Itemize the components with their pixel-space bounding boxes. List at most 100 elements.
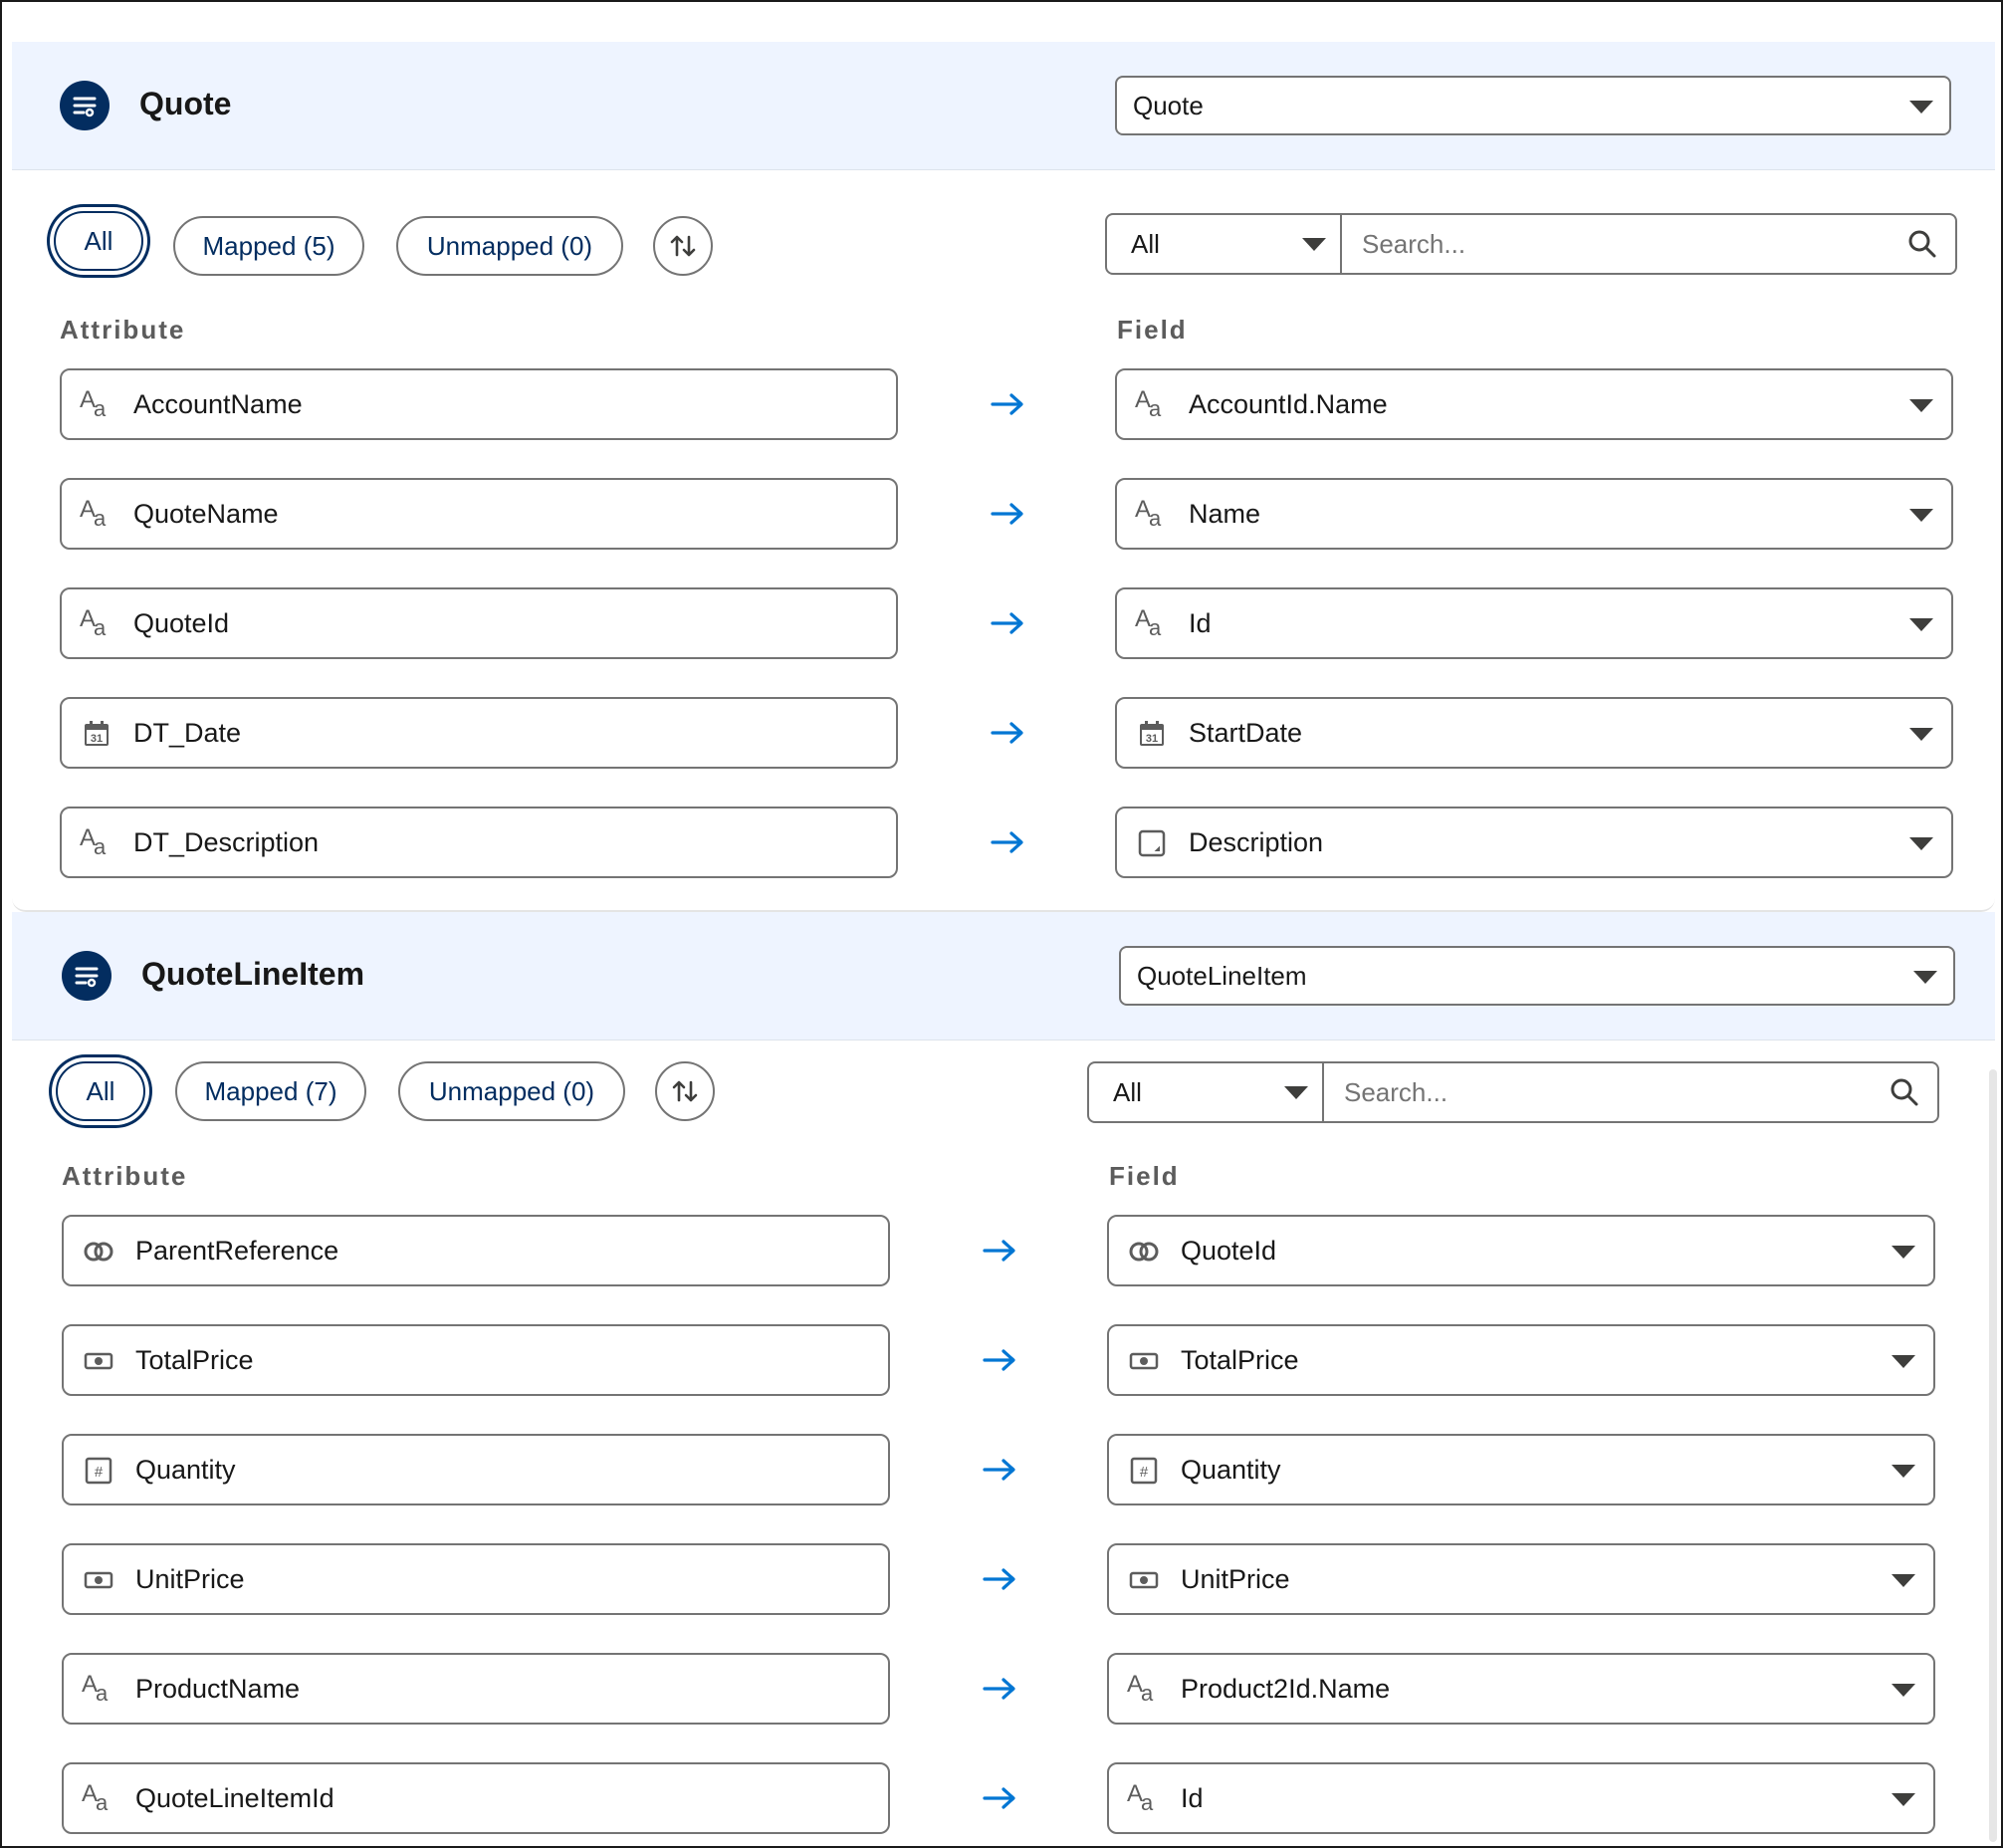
currency-icon	[1127, 1344, 1161, 1378]
field-select[interactable]: Description	[1115, 807, 1953, 878]
calendar-icon: 31	[80, 717, 113, 751]
currency-icon	[82, 1344, 115, 1378]
chevron-down-icon	[1909, 509, 1933, 522]
object-select[interactable]: Quote	[1115, 76, 1951, 135]
search-icon[interactable]	[1890, 1077, 1919, 1107]
field-select[interactable]: Aa Name	[1115, 478, 1953, 550]
attribute-field: Aa QuoteId	[60, 587, 898, 659]
section-header: Quote Quote	[12, 42, 1995, 170]
svg-text:#: #	[95, 1464, 104, 1481]
type-filter-value: All	[1131, 228, 1160, 259]
text-icon: Aa	[1135, 496, 1162, 531]
chevron-down-icon	[1909, 101, 1933, 114]
attribute-field: Aa AccountName	[60, 368, 898, 440]
field-select[interactable]: TotalPrice	[1107, 1324, 1935, 1396]
attribute-field: Aa ProductName	[62, 1653, 890, 1725]
filter-unmapped-label: Unmapped (0)	[428, 1075, 595, 1106]
scrollbar[interactable]	[1989, 1069, 1997, 1842]
attribute-field: TotalPrice	[62, 1324, 890, 1396]
text-icon: Aa	[80, 824, 107, 859]
field-column-label: Field	[1117, 315, 1188, 345]
type-filter-select[interactable]: All	[1089, 1063, 1324, 1121]
field-name: TotalPrice	[1181, 1344, 1299, 1375]
arrow-right-icon	[982, 1786, 1017, 1810]
filter-all-button[interactable]: All	[56, 1061, 145, 1121]
field-name: QuoteId	[1181, 1235, 1277, 1266]
field-name: UnitPrice	[1181, 1563, 1290, 1594]
currency-icon	[82, 1563, 115, 1597]
chevron-down-icon	[1909, 728, 1933, 741]
filter-unmapped-button[interactable]: Unmapped (0)	[398, 1061, 625, 1121]
object-select-value: QuoteLineItem	[1137, 960, 1307, 991]
data-mapper-icon	[62, 951, 111, 1001]
attribute-name: QuoteLineItemId	[135, 1782, 334, 1813]
reference-icon	[1127, 1235, 1161, 1269]
field-select[interactable]: QuoteId	[1107, 1215, 1935, 1286]
field-select[interactable]: Aa Id	[1115, 587, 1953, 659]
attribute-name: QuoteId	[133, 607, 230, 638]
svg-text:#: #	[1140, 1464, 1149, 1481]
chevron-down-icon	[1892, 1465, 1915, 1478]
attribute-name: ProductName	[135, 1673, 301, 1704]
arrow-right-icon	[990, 392, 1025, 416]
object-select-value: Quote	[1133, 90, 1204, 120]
field-name: Name	[1189, 498, 1261, 529]
field-select[interactable]: UnitPrice	[1107, 1543, 1935, 1615]
sort-icon	[672, 1080, 698, 1102]
currency-icon	[1127, 1563, 1161, 1597]
filter-all-button[interactable]: All	[54, 211, 143, 271]
field-select[interactable]: 31 StartDate	[1115, 697, 1953, 769]
field-column-label: Field	[1109, 1161, 1180, 1191]
attribute-field: ParentReference	[62, 1215, 890, 1286]
section-title: Quote	[139, 86, 232, 121]
arrow-right-icon	[982, 1567, 1017, 1591]
field-select[interactable]: Aa AccountId.Name	[1115, 368, 1953, 440]
sort-button[interactable]	[653, 216, 713, 276]
field-select[interactable]: Aa Product2Id.Name	[1107, 1653, 1935, 1725]
text-icon: Aa	[82, 1780, 109, 1815]
field-name: Id	[1189, 607, 1212, 638]
filter-mapped-button[interactable]: Mapped (7)	[175, 1061, 366, 1121]
chevron-down-icon	[1892, 1793, 1915, 1806]
attribute-name: QuoteName	[133, 498, 279, 529]
type-filter-select[interactable]: All	[1107, 215, 1342, 273]
attribute-field: Aa QuoteName	[60, 478, 898, 550]
search-input[interactable]: Search...	[1362, 215, 1465, 273]
search-icon[interactable]	[1907, 229, 1937, 259]
textarea-icon	[1135, 826, 1169, 860]
calendar-day: 31	[91, 733, 103, 745]
chevron-down-icon	[1302, 238, 1326, 251]
field-name: Description	[1189, 826, 1324, 857]
filter-unmapped-button[interactable]: Unmapped (0)	[396, 216, 623, 276]
field-select[interactable]: # Quantity	[1107, 1434, 1935, 1505]
text-icon: Aa	[82, 1671, 109, 1706]
filter-mapped-button[interactable]: Mapped (5)	[173, 216, 364, 276]
search-input[interactable]: Search...	[1344, 1063, 1447, 1121]
attribute-name: DT_Date	[133, 717, 242, 748]
section-title: QuoteLineItem	[141, 956, 365, 992]
chevron-down-icon	[1892, 1574, 1915, 1587]
field-name: Product2Id.Name	[1181, 1673, 1391, 1704]
attribute-field: Aa DT_Description	[60, 807, 898, 878]
filter-unmapped-label: Unmapped (0)	[426, 230, 593, 261]
calendar-day: 31	[1146, 733, 1158, 745]
field-name: StartDate	[1189, 717, 1303, 748]
arrow-right-icon	[990, 611, 1025, 635]
sort-button[interactable]	[655, 1061, 715, 1121]
reference-icon	[82, 1235, 115, 1269]
calendar-icon: 31	[1135, 717, 1169, 751]
quote-section: Quote Quote All Mapped (5) Unmapped (0) …	[12, 42, 1995, 912]
object-select[interactable]: QuoteLineItem	[1119, 946, 1955, 1006]
text-icon: Aa	[80, 386, 107, 421]
arrow-right-icon	[990, 721, 1025, 745]
attribute-name: DT_Description	[133, 826, 320, 857]
text-icon: Aa	[1127, 1671, 1154, 1706]
text-icon: Aa	[1127, 1780, 1154, 1815]
attribute-field: 31 DT_Date	[60, 697, 898, 769]
field-name: Id	[1181, 1782, 1204, 1813]
chevron-down-icon	[1909, 837, 1933, 850]
arrow-right-icon	[982, 1348, 1017, 1372]
field-select[interactable]: Aa Id	[1107, 1762, 1935, 1834]
sort-icon	[670, 235, 696, 257]
attribute-name: AccountName	[133, 388, 303, 419]
